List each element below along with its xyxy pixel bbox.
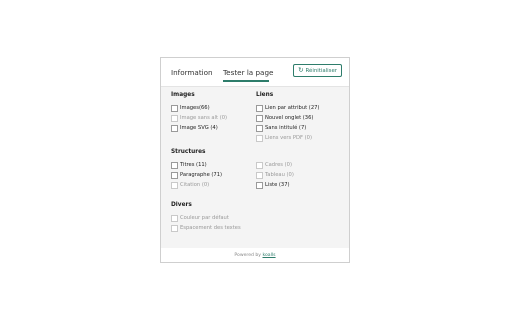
tab-information[interactable]: Information xyxy=(171,68,213,77)
checkbox[interactable] xyxy=(256,104,263,112)
checkbox[interactable] xyxy=(256,114,263,122)
checkbox-espacement-des-textes[interactable]: Espacement des textes xyxy=(171,224,241,232)
checkbox-image-sans-alt[interactable]: Image sans alt (0) xyxy=(171,114,227,122)
checkbox-label: Citation (0) xyxy=(180,182,210,188)
checkbox-sans-intitule[interactable]: Sans intitulé (7) xyxy=(256,124,306,132)
checkbox[interactable] xyxy=(256,181,263,189)
checkbox-label: Liste (37) xyxy=(265,182,290,188)
checkbox-liste[interactable]: Liste (37) xyxy=(256,181,290,189)
tab-tester-la-page[interactable]: Tester la page xyxy=(223,68,273,77)
test-panel: Images Images(66) Image sans alt (0) Ima… xyxy=(161,87,349,248)
koalls-link[interactable]: koalls xyxy=(263,253,276,258)
refresh-icon: ↻ xyxy=(298,66,304,75)
section-title-divers: Divers xyxy=(171,202,192,208)
checkbox-label: Liens vers PDF (0) xyxy=(265,135,313,141)
checkbox-lien-par-attribut[interactable]: Lien par attribut (27) xyxy=(256,104,319,112)
checkbox[interactable] xyxy=(171,181,178,189)
checkbox-label: Sans intitulé (7) xyxy=(265,125,307,131)
checkbox[interactable] xyxy=(256,161,263,169)
checkbox[interactable] xyxy=(256,124,263,132)
popup-footer: Powered by koalls xyxy=(161,249,349,262)
checkbox-liens-vers-pdf[interactable]: Liens vers PDF (0) xyxy=(256,134,312,142)
checkbox-label: Nouvel onglet (36) xyxy=(265,115,314,121)
section-title-structures: Structures xyxy=(171,149,206,155)
checkbox-couleur-par-defaut[interactable]: Couleur par défaut xyxy=(171,214,229,222)
accessibility-popup: Information Tester la page ↻ Réinitialis… xyxy=(160,57,350,263)
checkbox-label: Cadres (0) xyxy=(265,162,293,168)
checkbox-image-svg[interactable]: Image SVG (4) xyxy=(171,124,218,132)
reset-button[interactable]: ↻ Réinitialiser xyxy=(293,64,342,77)
checkbox[interactable] xyxy=(171,114,178,122)
checkbox[interactable] xyxy=(256,171,263,179)
checkbox-label: Paragraphe (71) xyxy=(180,172,223,178)
checkbox-label: Lien par attribut (27) xyxy=(265,105,320,111)
checkbox-nouvel-onglet[interactable]: Nouvel onglet (36) xyxy=(256,114,313,122)
section-title-liens: Liens xyxy=(256,92,274,98)
popup-header: Information Tester la page ↻ Réinitialis… xyxy=(161,58,349,87)
checkbox[interactable] xyxy=(171,104,178,112)
checkbox-label: Titres (11) xyxy=(180,162,207,168)
powered-by-text: Powered by xyxy=(234,253,262,258)
checkbox-label: Image sans alt (0) xyxy=(180,115,228,121)
checkbox-label: Images(66) xyxy=(180,105,210,111)
checkbox-label: Couleur par défaut xyxy=(180,215,229,221)
checkbox-images[interactable]: Images(66) xyxy=(171,104,210,112)
checkbox-label: Image SVG (4) xyxy=(180,125,218,131)
checkbox-paragraphe[interactable]: Paragraphe (71) xyxy=(171,171,222,179)
checkbox-tableau[interactable]: Tableau (0) xyxy=(256,171,294,179)
checkbox[interactable] xyxy=(171,124,178,132)
active-tab-indicator xyxy=(223,80,269,82)
checkbox-titres[interactable]: Titres (11) xyxy=(171,161,207,169)
checkbox[interactable] xyxy=(171,171,178,179)
checkbox-cadres[interactable]: Cadres (0) xyxy=(256,161,292,169)
section-title-images: Images xyxy=(171,92,195,98)
reset-button-label: Réinitialiser xyxy=(305,67,337,74)
checkbox[interactable] xyxy=(171,161,178,169)
checkbox-citation[interactable]: Citation (0) xyxy=(171,181,209,189)
checkbox-label: Espacement des textes xyxy=(180,225,241,231)
checkbox[interactable] xyxy=(256,134,263,142)
checkbox[interactable] xyxy=(171,224,178,232)
checkbox-label: Tableau (0) xyxy=(265,172,294,178)
checkbox[interactable] xyxy=(171,214,178,222)
